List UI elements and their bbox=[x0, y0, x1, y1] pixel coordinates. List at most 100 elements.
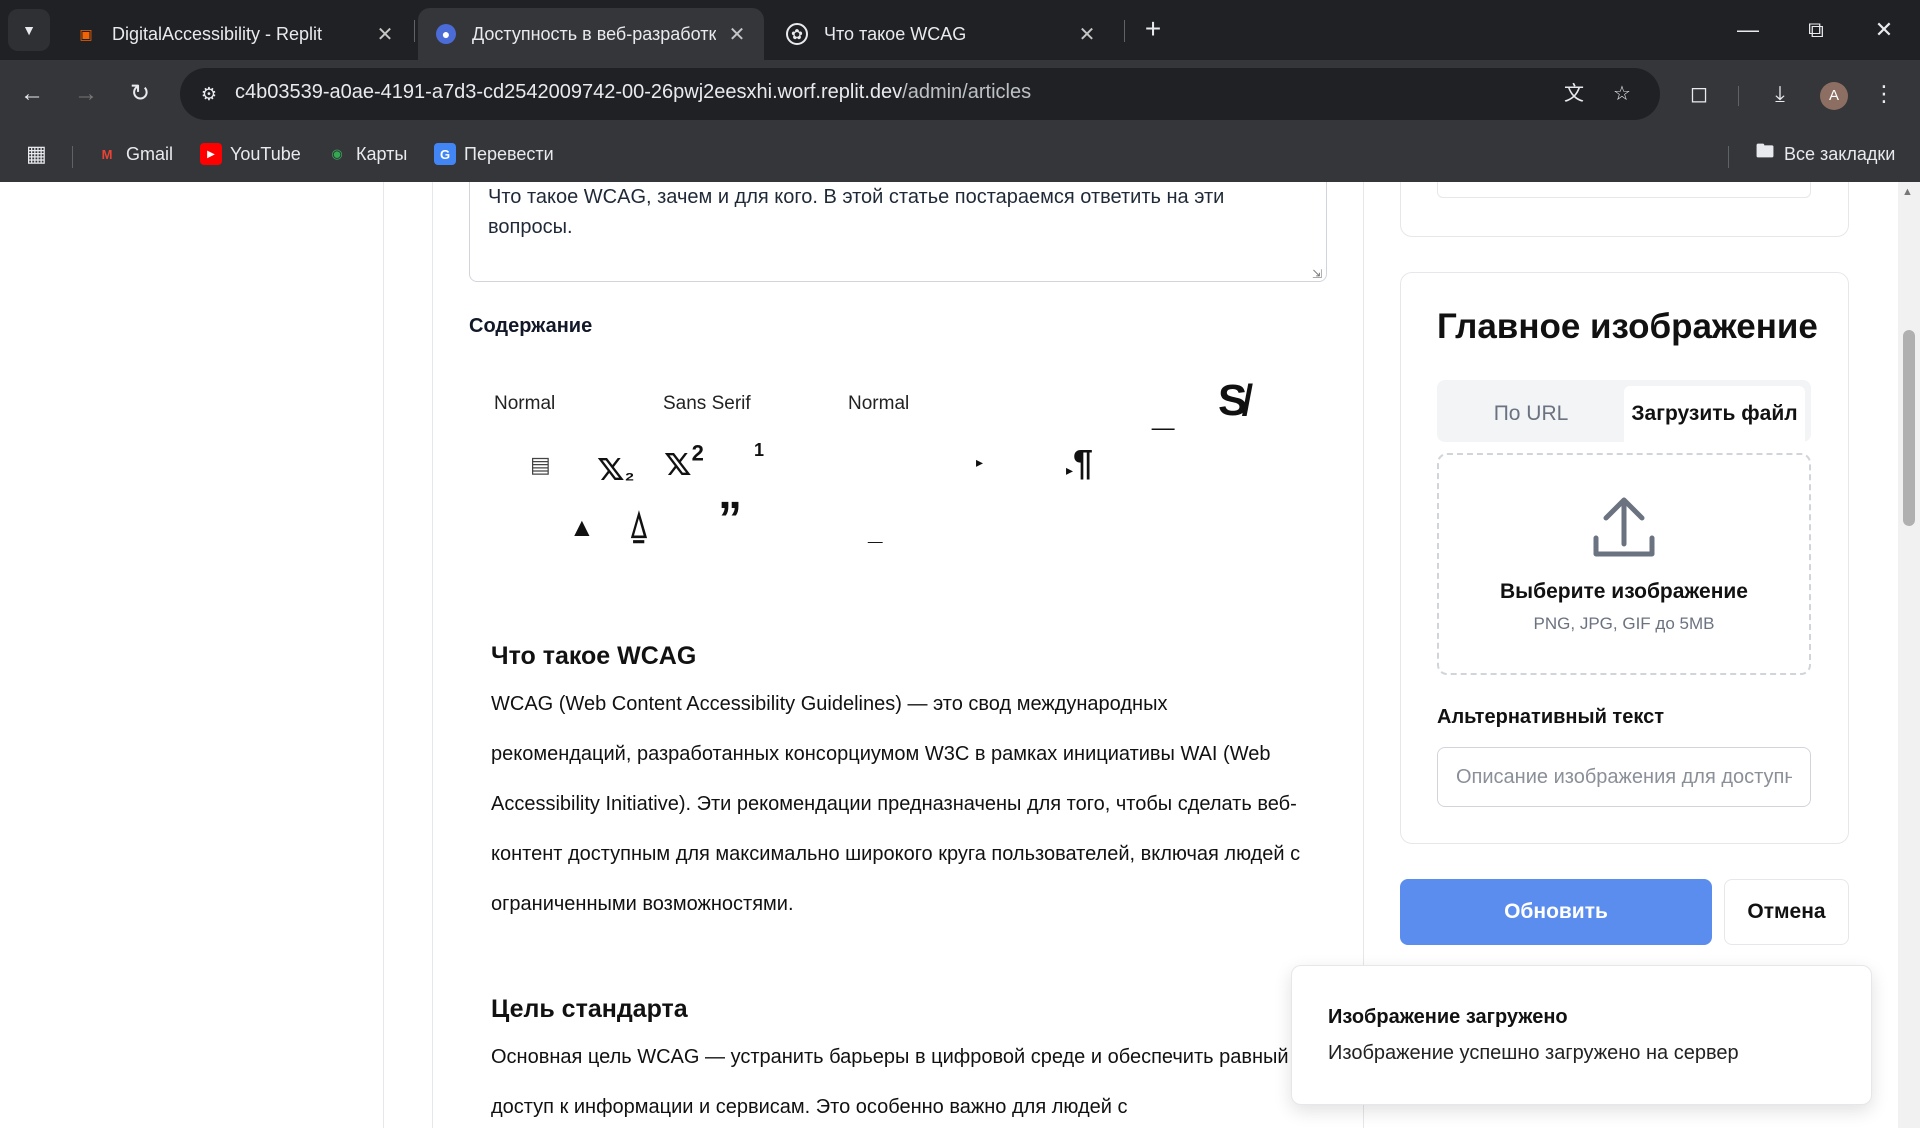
browser-toolbar: ← → ↻ ⚙ c4b03539-a0ae-4191-a7d3-cd254200… bbox=[0, 60, 1920, 128]
indent-icon[interactable]: ▸ bbox=[976, 454, 983, 471]
scrollbar-thumb[interactable] bbox=[1903, 330, 1915, 526]
image-drop-zone[interactable] bbox=[1437, 453, 1811, 675]
content-paragraph-2: Основная цель WCAG — устранить барьеры в… bbox=[491, 1046, 1289, 1118]
sidebar-field-top[interactable] bbox=[1437, 182, 1811, 198]
maps-icon: ◉ bbox=[331, 146, 343, 161]
close-icon: ✕ bbox=[1874, 17, 1894, 42]
url-text[interactable]: c4b03539-a0ae-4191-a7d3-cd2542009742-00-… bbox=[235, 81, 1031, 104]
image-icon[interactable]: ▲ bbox=[569, 512, 595, 543]
gmail-icon: M bbox=[101, 146, 113, 162]
cancel-button[interactable]: Отмена bbox=[1724, 879, 1849, 945]
minimize-icon: — bbox=[1737, 17, 1759, 42]
bookmark-label: YouTube bbox=[230, 143, 301, 164]
underline-icon[interactable]: _ bbox=[1152, 392, 1174, 432]
plus-icon: + bbox=[1144, 13, 1162, 44]
drop-zone-title: Выберите изображение bbox=[1500, 580, 1748, 603]
reload-button[interactable]: ↻ bbox=[120, 74, 160, 114]
tab-by-url[interactable]: По URL bbox=[1437, 386, 1625, 442]
new-tab-button[interactable]: + bbox=[1138, 14, 1168, 44]
folder-icon: 🖿 bbox=[1756, 141, 1774, 161]
toast-title: Изображение загружено bbox=[1328, 1006, 1568, 1028]
image-source-tabs: По URL Загрузить файл bbox=[1437, 380, 1811, 442]
arrow-left-icon: ← bbox=[20, 80, 44, 107]
bookmark-youtube[interactable]: ▶ YouTube bbox=[200, 140, 301, 168]
url-host: c4b03539-a0ae-4191-a7d3-cd2542009742-00-… bbox=[235, 81, 903, 103]
tab-title: DigitalAccessibility - Replit bbox=[112, 23, 323, 44]
bookmark-gmail[interactable]: M Gmail bbox=[96, 140, 173, 168]
translate-page-icon[interactable]: 文 bbox=[1560, 80, 1588, 108]
restore-button[interactable]: ⧉ bbox=[1796, 10, 1836, 50]
bookmark-maps[interactable]: ◉ Карты bbox=[326, 140, 407, 168]
back-button[interactable]: ← bbox=[12, 74, 52, 114]
code-block-icon[interactable]: _ bbox=[868, 516, 882, 547]
bookmark-translate[interactable]: G Перевести bbox=[434, 140, 554, 168]
strikethrough-icon[interactable]: S̸ bbox=[1218, 376, 1247, 426]
quote-icon[interactable]: ” bbox=[718, 496, 742, 544]
bookmark-star-icon[interactable]: ☆ bbox=[1608, 80, 1636, 108]
tab-search-button[interactable]: ▼ bbox=[8, 9, 50, 51]
close-window-button[interactable]: ✕ bbox=[1864, 10, 1904, 50]
reload-icon: ↻ bbox=[129, 80, 151, 107]
font-picker[interactable]: Sans Serif bbox=[663, 393, 751, 415]
toast-message: Изображение успешно загружено на сервер bbox=[1328, 1042, 1739, 1064]
close-icon[interactable]: ✕ bbox=[1076, 22, 1098, 47]
main-image-title: Главное изображение bbox=[1437, 307, 1818, 346]
replit-icon: ▣ bbox=[79, 25, 93, 42]
subscript-icon[interactable]: 𝕩₂ bbox=[597, 444, 634, 490]
minimize-button[interactable]: — bbox=[1728, 10, 1768, 50]
content-heading-1: Что такое WCAG bbox=[491, 642, 697, 670]
address-bar[interactable]: ⚙ c4b03539-a0ae-4191-a7d3-cd2542009742-0… bbox=[180, 68, 1660, 120]
tab-replit[interactable]: ▣ DigitalAccessibility - Replit ✕ bbox=[58, 8, 412, 60]
tab-title: Доступность в веб-разработке bbox=[472, 23, 716, 44]
update-button[interactable]: Обновить bbox=[1400, 879, 1712, 945]
openai-icon: ✿ bbox=[786, 23, 808, 45]
content-paragraph-1: WCAG (Web Content Accessibility Guidelin… bbox=[491, 693, 1301, 915]
alt-text-input[interactable] bbox=[1437, 747, 1811, 807]
chevron-down-icon: ▼ bbox=[22, 22, 36, 38]
clean-format-icon[interactable]: ▤ bbox=[530, 452, 551, 478]
page-viewport: Что такое WCAG, зачем и для кого. В этой… bbox=[0, 182, 1920, 1128]
close-icon[interactable]: ✕ bbox=[374, 22, 396, 47]
page-scrollbar[interactable]: ▲ bbox=[1898, 182, 1920, 1128]
scroll-up-icon[interactable]: ▲ bbox=[1902, 186, 1913, 198]
download-icon[interactable]: ⤓ bbox=[1764, 78, 1796, 110]
content-heading-2: Цель стандарта bbox=[491, 995, 688, 1023]
bookmark-label: Gmail bbox=[126, 143, 174, 164]
translate-icon: G bbox=[434, 143, 456, 165]
bookmark-label: Перевести bbox=[464, 143, 554, 164]
tab-upload-file[interactable]: Загрузить файл bbox=[1624, 386, 1805, 442]
globe-icon: ● bbox=[436, 24, 456, 44]
upload-icon bbox=[1593, 497, 1655, 557]
extensions-icon[interactable]: ◻ bbox=[1683, 78, 1715, 110]
ordered-list-icon[interactable]: 1 bbox=[754, 440, 764, 461]
youtube-icon: ▶ bbox=[200, 143, 222, 165]
toast-notification: Изображение загружено Изображение успешн… bbox=[1291, 965, 1872, 1105]
close-icon[interactable]: ✕ bbox=[726, 22, 748, 47]
bookmark-label: Карты bbox=[356, 143, 408, 164]
resize-handle-icon[interactable]: ⇲ bbox=[1312, 268, 1324, 280]
restore-icon: ⧉ bbox=[1808, 17, 1824, 42]
avatar[interactable]: A bbox=[1820, 82, 1848, 110]
kebab-menu-icon[interactable]: ⋮ bbox=[1868, 78, 1900, 110]
superscript-icon[interactable]: 𝕩2 bbox=[664, 439, 704, 485]
forward-button[interactable]: → bbox=[66, 74, 106, 114]
header-picker[interactable]: Normal bbox=[494, 393, 555, 415]
content-label: Содержание bbox=[469, 315, 593, 337]
tab-accessibility[interactable]: ● Доступность в веб-разработке ✕ bbox=[418, 8, 764, 60]
tab-strip: ▼ ▣ DigitalAccessibility - Replit ✕ ● До… bbox=[0, 0, 1920, 60]
apps-grid-icon: ▦ bbox=[26, 141, 47, 166]
tab-wcag[interactable]: ✿ Что такое WCAG ✕ bbox=[768, 8, 1114, 60]
url-path: /admin/articles bbox=[902, 81, 1032, 103]
description-text: Что такое WCAG, зачем и для кого. В этой… bbox=[488, 186, 1225, 238]
alt-text-label: Альтернативный текст bbox=[1437, 706, 1665, 728]
size-picker[interactable]: Normal bbox=[848, 393, 909, 415]
video-icon[interactable]: ⍙ bbox=[628, 504, 650, 547]
arrow-right-icon: → bbox=[74, 80, 98, 107]
site-info-icon[interactable]: ⚙ bbox=[196, 81, 222, 107]
bookmarks-bar: ▦ M Gmail ▶ YouTube ◉ Карты G Перевести … bbox=[0, 128, 1920, 182]
paragraph-direction-icon[interactable]: ▸¶ bbox=[1066, 442, 1093, 484]
all-bookmarks-button[interactable]: 🖿 Все закладки bbox=[1754, 140, 1895, 168]
all-bookmarks-label: Все закладки bbox=[1784, 143, 1896, 164]
drop-zone-hint: PNG, JPG, GIF до 5MB bbox=[1533, 614, 1715, 633]
apps-button[interactable]: ▦ bbox=[26, 140, 47, 168]
